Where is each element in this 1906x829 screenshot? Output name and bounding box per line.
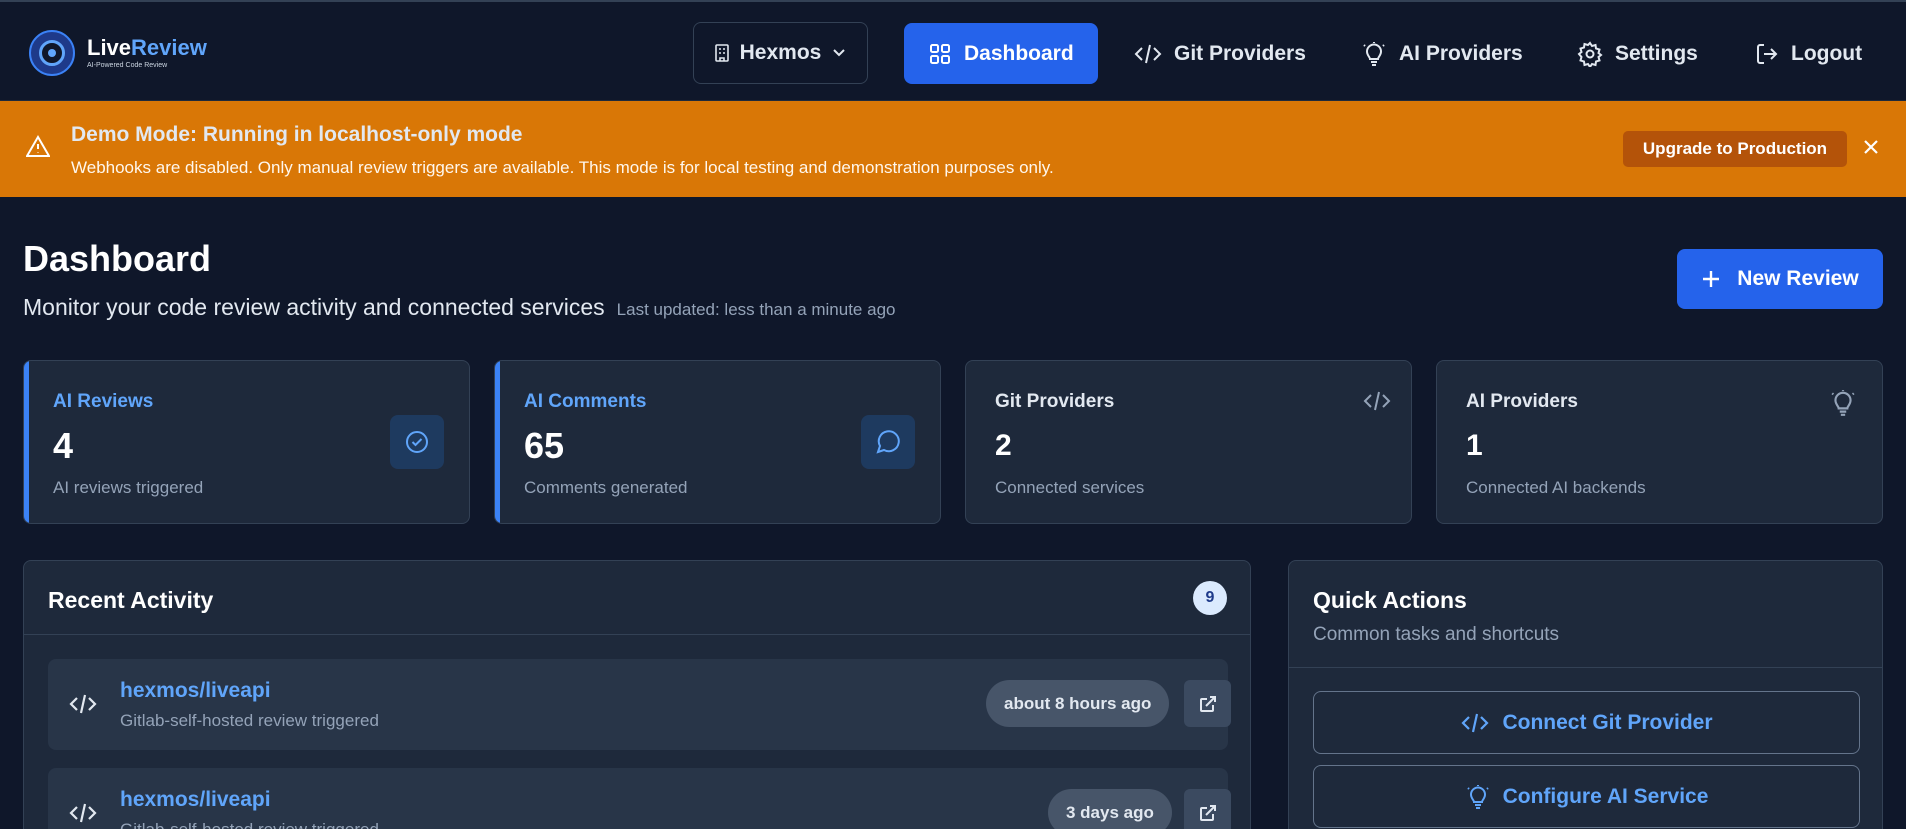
recent-activity-panel: Recent Activity 9 hexmos/liveapi Gitlab-… [23,560,1251,829]
activity-item[interactable]: hexmos/liveapi Gitlab-self-hosted review… [48,768,1231,829]
warning-icon [26,135,50,157]
message-circle-icon [861,415,915,469]
connect-git-provider-button[interactable]: Connect Git Provider [1313,691,1860,754]
code-icon [69,694,97,714]
activity-description: Gitlab-self-hosted review triggered [120,820,379,829]
nav-logout[interactable]: Logout [1755,23,1862,84]
nav-logout-label: Logout [1791,41,1863,65]
stat-value: 1 [1466,429,1483,462]
stat-value: 4 [53,425,74,466]
lightbulb-icon [1466,784,1489,809]
code-icon [1134,44,1162,63]
nav-git-providers-label: Git Providers [1174,41,1306,65]
lightbulb-icon [1363,41,1385,66]
page-title: Dashboard [23,238,212,279]
building-icon [714,44,729,62]
configure-ai-service-label: Configure AI Service [1502,784,1709,808]
quick-actions-subtitle: Common tasks and shortcuts [1313,624,1560,645]
banner-title: Demo Mode: Running in localhost-only mod… [71,123,523,146]
lightbulb-icon [1831,390,1855,416]
stat-value: 2 [995,429,1012,462]
plus-icon [1703,271,1720,287]
stat-description: Connected services [995,478,1145,497]
divider [1289,667,1882,668]
activity-count-badge: 9 [1193,581,1227,615]
app-logo[interactable]: LiveReview AI-Powered Code Review [29,30,207,76]
external-link-button[interactable] [1184,680,1231,727]
logo-title: LiveReview [87,35,207,60]
code-icon [1461,713,1490,732]
stat-value: 65 [524,425,565,466]
grid-icon [930,43,950,64]
page-subtitle: Monitor your code review activity and co… [23,294,605,320]
stat-card-git-providers: Git Providers 2 Connected services [965,360,1412,524]
logout-icon [1757,43,1778,64]
top-navbar: LiveReview AI-Powered Code Review Hexmos… [0,0,1906,101]
stat-description: Comments generated [524,478,688,497]
stat-card-ai-providers: AI Providers 1 Connected AI backends [1436,360,1883,524]
org-selector[interactable]: Hexmos [693,22,868,84]
activity-item[interactable]: hexmos/liveapi Gitlab-self-hosted review… [48,659,1231,750]
external-link-button[interactable] [1184,789,1231,829]
activity-time-badge: 3 days ago [1048,789,1172,829]
gear-icon [1577,40,1603,67]
demo-mode-banner: Demo Mode: Running in localhost-only mod… [0,101,1906,197]
check-circle-icon [390,415,444,469]
stat-card-ai-comments: AI Comments 65 Comments generated [494,360,941,524]
last-updated: Last updated: less than a minute ago [616,300,896,319]
upgrade-to-production-button[interactable]: Upgrade to Production [1623,131,1847,167]
stat-label: AI Providers [1466,391,1578,412]
activity-repo-link[interactable]: hexmos/liveapi [120,788,271,812]
connect-git-provider-label: Connect Git Provider [1502,710,1713,734]
activity-description: Gitlab-self-hosted review triggered [120,711,379,730]
nav-settings-label: Settings [1615,41,1698,65]
code-icon [1363,391,1391,411]
logo-icon [29,30,75,76]
stat-description: Connected AI backends [1466,478,1646,497]
divider [24,634,1250,635]
nav-settings[interactable]: Settings [1577,23,1698,84]
nav-ai-providers-label: AI Providers [1399,41,1523,65]
close-icon[interactable] [1862,138,1880,156]
stat-label: AI Comments [524,391,647,412]
new-review-label: New Review [1737,267,1859,290]
nav-dashboard-label: Dashboard [964,41,1074,65]
stat-label: Git Providers [995,391,1115,412]
code-icon [69,803,97,823]
stat-description: AI reviews triggered [53,478,204,497]
quick-actions-title: Quick Actions [1313,587,1467,613]
external-link-icon [1199,695,1216,712]
nav-dashboard[interactable]: Dashboard [904,23,1098,84]
nav-ai-providers[interactable]: AI Providers [1361,23,1523,84]
org-selector-label: Hexmos [739,41,822,64]
quick-actions-panel: Quick Actions Common tasks and shortcuts… [1288,560,1883,829]
stat-card-ai-reviews: AI Reviews 4 AI reviews triggered [23,360,470,524]
new-review-button[interactable]: New Review [1677,249,1883,309]
chevron-down-icon [833,49,846,57]
stat-label: AI Reviews [53,391,154,412]
logo-subtitle: AI-Powered Code Review [87,62,168,69]
activity-repo-link[interactable]: hexmos/liveapi [120,679,271,703]
activity-time-badge: about 8 hours ago [986,680,1170,727]
nav-git-providers[interactable]: Git Providers [1134,23,1306,84]
recent-activity-title: Recent Activity [48,587,214,613]
banner-description: Webhooks are disabled. Only manual revie… [71,158,1054,177]
configure-ai-service-button[interactable]: Configure AI Service [1313,765,1860,828]
external-link-icon [1199,804,1216,821]
